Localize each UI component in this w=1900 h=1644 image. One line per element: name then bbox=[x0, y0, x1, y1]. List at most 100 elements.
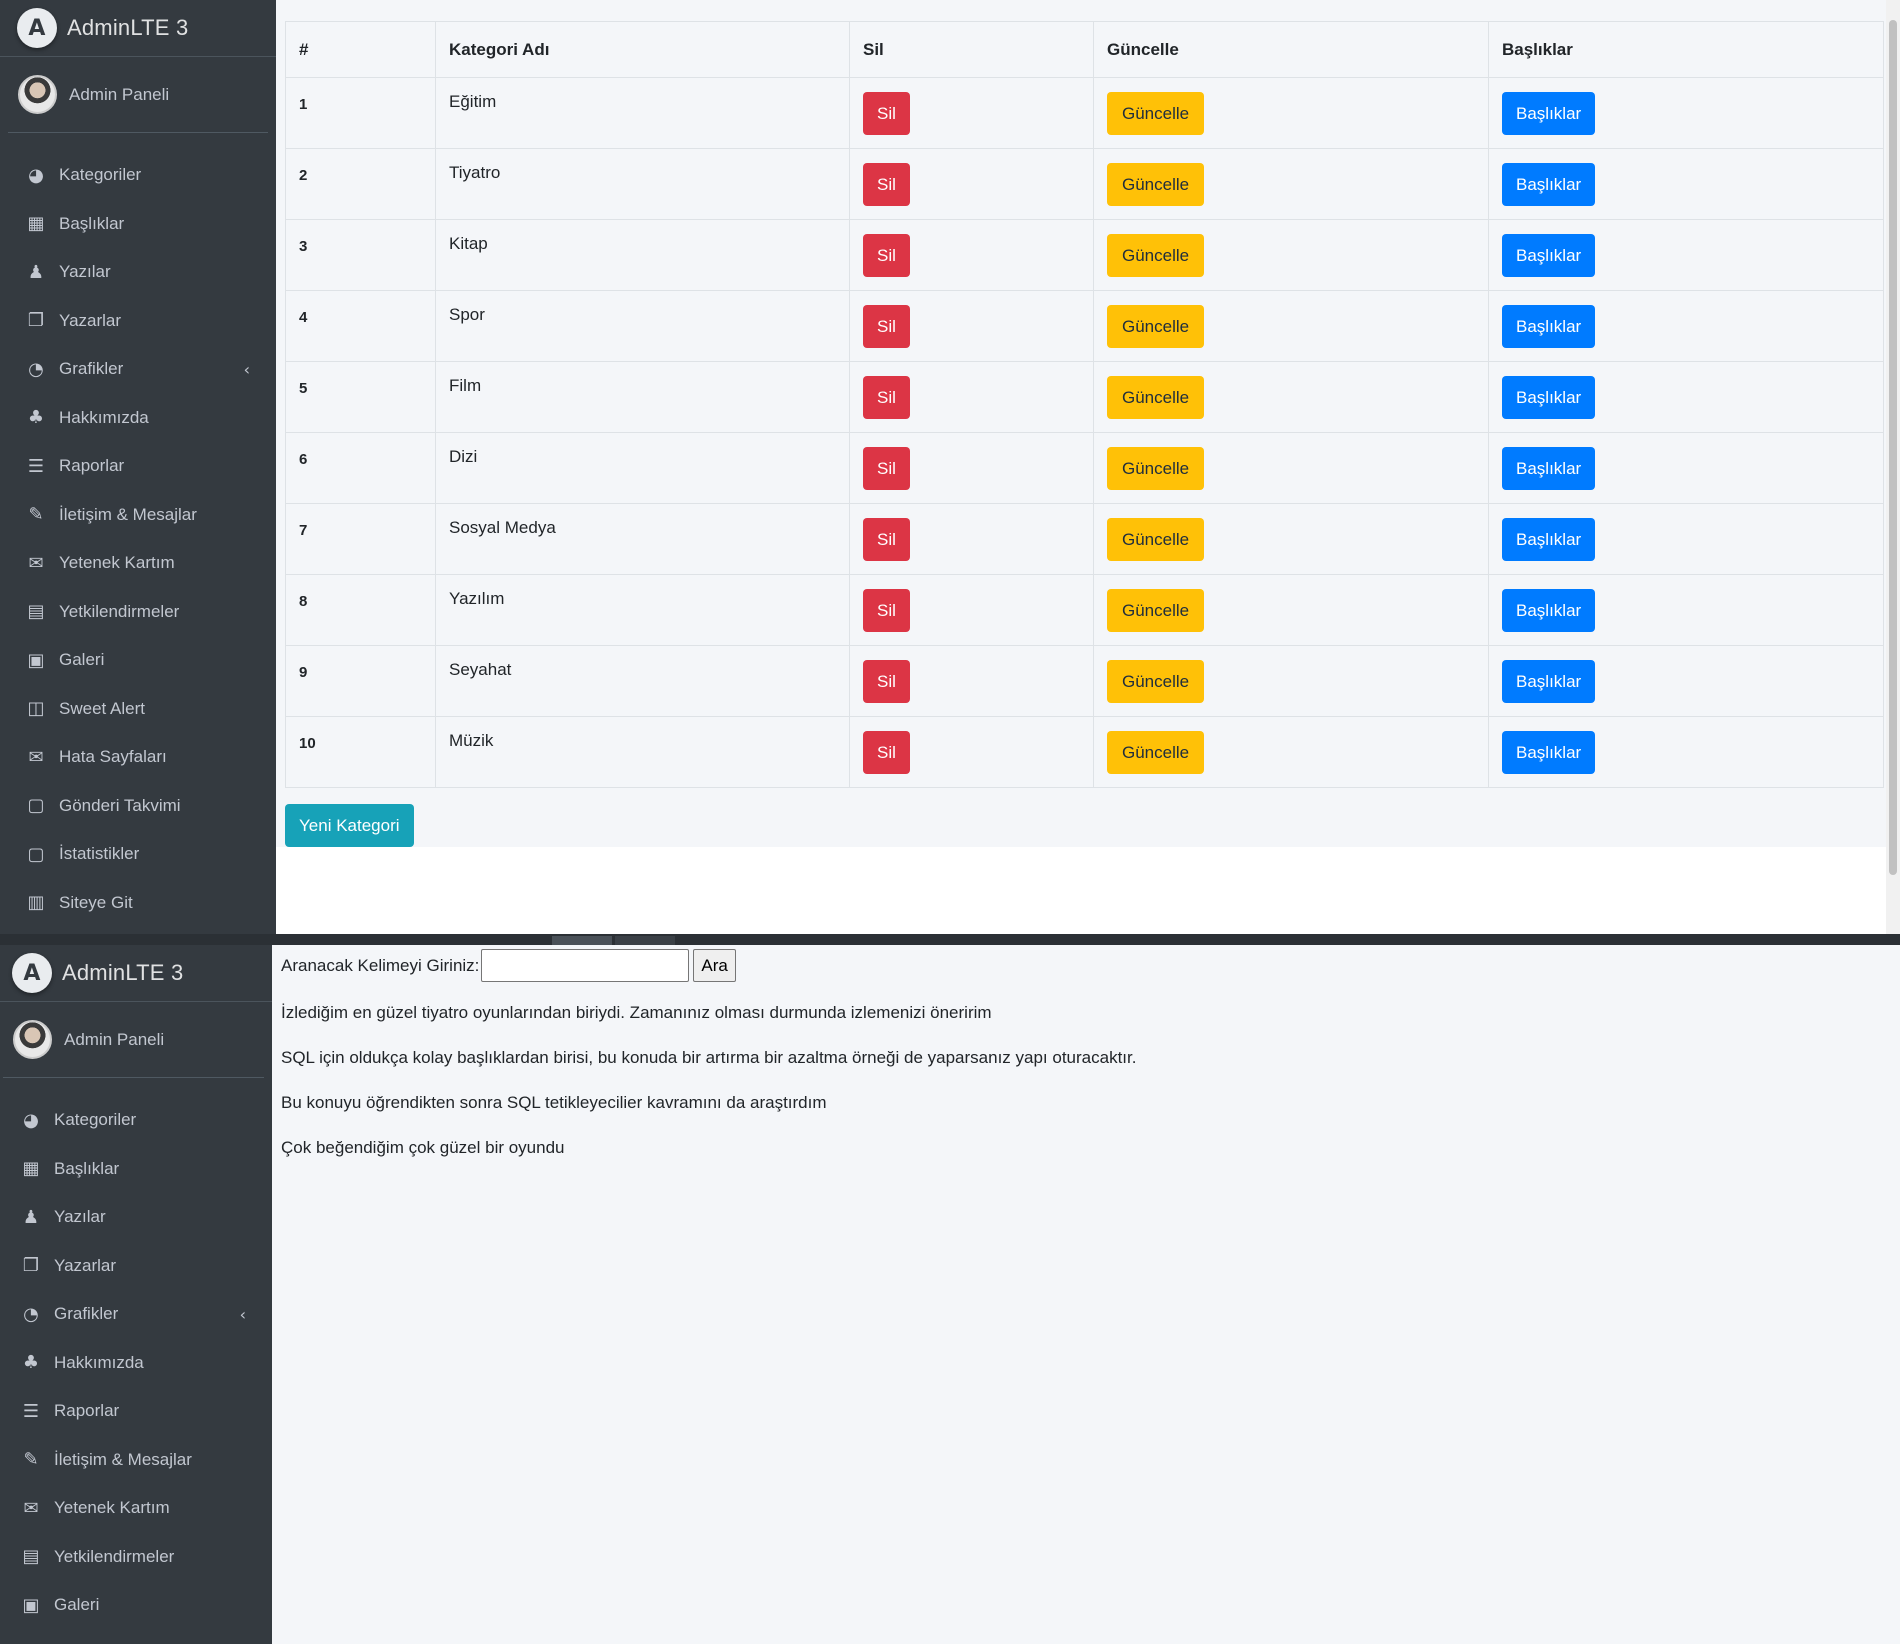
sidebar-item-başlıklar[interactable]: ▦ Başlıklar bbox=[0, 200, 276, 249]
table-cell: Sil bbox=[849, 219, 1094, 291]
sidebar-item-i-letişim-mesajlar[interactable]: ✎ İletişim & Mesajlar bbox=[0, 1436, 272, 1485]
column-header-titles: Başlıklar bbox=[1488, 21, 1884, 78]
envelope-icon: ✉ bbox=[23, 1497, 39, 1519]
update-button[interactable]: Güncelle bbox=[1107, 163, 1205, 206]
update-button[interactable]: Güncelle bbox=[1107, 376, 1205, 419]
sidebar-item-raporlar[interactable]: ☰ Raporlar bbox=[0, 442, 276, 491]
scrollbar-thumb[interactable] bbox=[1889, 20, 1897, 875]
search-button[interactable]: Ara bbox=[693, 949, 736, 982]
brand-link[interactable]: A AdminLTE 3 bbox=[0, 0, 276, 57]
titles-button[interactable]: Başlıklar bbox=[1502, 518, 1596, 561]
sidebar-item-yazarlar[interactable]: ❐ Yazarlar bbox=[0, 1242, 272, 1291]
pie-chart-icon: ◔ bbox=[28, 358, 44, 380]
table-cell: Güncelle bbox=[1093, 432, 1489, 504]
titles-button[interactable]: Başlıklar bbox=[1502, 660, 1596, 703]
delete-button[interactable]: Sil bbox=[863, 92, 910, 135]
bars-icon: ☰ bbox=[22, 1400, 40, 1422]
table-cell: Başlıklar bbox=[1488, 219, 1884, 291]
sidebar-item-label: Gönderi Takvimi bbox=[59, 795, 181, 815]
adminlte-logo-icon: A bbox=[17, 8, 57, 48]
user-name: Admin Paneli bbox=[64, 1029, 165, 1049]
delete-button[interactable]: Sil bbox=[863, 234, 910, 277]
delete-button[interactable]: Sil bbox=[863, 376, 910, 419]
update-button[interactable]: Güncelle bbox=[1107, 518, 1205, 561]
search-input[interactable] bbox=[481, 949, 690, 982]
sidebar-item-hakkımızda[interactable]: ♣ Hakkımızda bbox=[0, 1339, 272, 1388]
sidebar-item-label: Galeri bbox=[54, 1595, 100, 1615]
tree-icon: ♣ bbox=[27, 407, 45, 429]
table-cell: Güncelle bbox=[1093, 290, 1489, 362]
sidebar-item-label: Başlıklar bbox=[59, 213, 125, 233]
table-row: 4 Spor Sil Güncelle Başlıklar bbox=[285, 290, 1884, 362]
sidebar-item-siteye-git[interactable]: ▥ Siteye Git bbox=[0, 879, 276, 928]
sidebar-item-label: İletişim & Mesajlar bbox=[59, 504, 197, 524]
delete-button[interactable]: Sil bbox=[863, 163, 910, 206]
update-button[interactable]: Güncelle bbox=[1107, 234, 1205, 277]
sidebar-item-kategoriler[interactable]: ◕ Kategoriler bbox=[0, 151, 276, 200]
vertical-scrollbar[interactable] bbox=[1886, 0, 1900, 934]
titles-button[interactable]: Başlıklar bbox=[1502, 234, 1596, 277]
titles-button[interactable]: Başlıklar bbox=[1502, 92, 1596, 135]
titles-button[interactable]: Başlıklar bbox=[1502, 163, 1596, 206]
sidebar-item-label: Hakkımızda bbox=[54, 1352, 144, 1372]
table-cell: Sil bbox=[849, 361, 1094, 433]
list-item: Çok beğendiğim çok güzel bir oyundu bbox=[281, 1138, 565, 1157]
row-category-name: Film bbox=[435, 361, 850, 433]
delete-button[interactable]: Sil bbox=[863, 660, 910, 703]
titles-button[interactable]: Başlıklar bbox=[1502, 731, 1596, 774]
sidebar-item-label: Raporlar bbox=[54, 1401, 120, 1421]
update-button[interactable]: Güncelle bbox=[1107, 589, 1205, 632]
sidebar-item-yetkilendirmeler[interactable]: ▤ Yetkilendirmeler bbox=[0, 588, 276, 637]
sidebar-item-i-statistikler[interactable]: ▢ İstatistikler bbox=[0, 830, 276, 879]
map-icon: ◫ bbox=[27, 698, 45, 720]
sidebar-item-yazılar[interactable]: ♟ Yazılar bbox=[0, 248, 276, 297]
delete-button[interactable]: Sil bbox=[863, 731, 910, 774]
user-panel[interactable]: Admin Paneli bbox=[8, 57, 268, 133]
sidebar-item-yazarlar[interactable]: ❐ Yazarlar bbox=[0, 297, 276, 346]
new-category-button[interactable]: Yeni Kategori bbox=[285, 804, 414, 847]
avatar bbox=[18, 75, 57, 114]
sidebar-item-i-letişim-mesajlar[interactable]: ✎ İletişim & Mesajlar bbox=[0, 491, 276, 540]
sidebar-item-label: Grafikler bbox=[59, 359, 124, 379]
update-button[interactable]: Güncelle bbox=[1107, 660, 1205, 703]
sidebar-item-başlıklar[interactable]: ▦ Başlıklar bbox=[0, 1145, 272, 1194]
titles-button[interactable]: Başlıklar bbox=[1502, 447, 1596, 490]
update-button[interactable]: Güncelle bbox=[1107, 447, 1205, 490]
sidebar-item-grafikler[interactable]: ◔ Grafikler ‹ bbox=[0, 1290, 272, 1339]
sidebar-item-gönderi-takvimi[interactable]: ▢ Gönderi Takvimi bbox=[0, 782, 276, 831]
titles-button[interactable]: Başlıklar bbox=[1502, 589, 1596, 632]
delete-button[interactable]: Sil bbox=[863, 518, 910, 561]
sidebar-item-grafikler[interactable]: ◔ Grafikler ‹ bbox=[0, 345, 276, 394]
brand-link[interactable]: A AdminLTE 3 bbox=[0, 945, 272, 1002]
sidebar-item-sweet-alert[interactable]: ◫ Sweet Alert bbox=[0, 685, 276, 734]
sidebar-item-kategoriler[interactable]: ◕ Kategoriler bbox=[0, 1096, 272, 1145]
table-row: 10 Müzik Sil Güncelle Başlıklar bbox=[285, 716, 1884, 788]
titles-button[interactable]: Başlıklar bbox=[1502, 376, 1596, 419]
sidebar-item-label: Grafikler bbox=[54, 1304, 119, 1324]
table-row: 3 Kitap Sil Güncelle Başlıklar bbox=[285, 219, 1884, 291]
sidebar-item-yetkilendirmeler[interactable]: ▤ Yetkilendirmeler bbox=[0, 1533, 272, 1582]
update-button[interactable]: Güncelle bbox=[1107, 92, 1205, 135]
user-panel[interactable]: Admin Paneli bbox=[3, 1002, 264, 1078]
row-id: 3 bbox=[285, 219, 436, 291]
chevron-left-icon[interactable]: ‹ bbox=[240, 1305, 246, 1324]
book-icon: ▥ bbox=[27, 892, 45, 914]
sidebar-item-hakkımızda[interactable]: ♣ Hakkımızda bbox=[0, 394, 276, 443]
sidebar-item-yazılar[interactable]: ♟ Yazılar bbox=[0, 1193, 272, 1242]
delete-button[interactable]: Sil bbox=[863, 305, 910, 348]
delete-button[interactable]: Sil bbox=[863, 589, 910, 632]
sidebar-item-hata-sayfaları[interactable]: ✉ Hata Sayfaları bbox=[0, 733, 276, 782]
sidebar-item-galeri[interactable]: ▣ Galeri bbox=[0, 1581, 272, 1630]
list-item: Bu konuyu öğrendikten sonra SQL tetikley… bbox=[281, 1093, 827, 1112]
delete-button[interactable]: Sil bbox=[863, 447, 910, 490]
sidebar-item-yetenek-kartım[interactable]: ✉ Yetenek Kartım bbox=[0, 1484, 272, 1533]
update-button[interactable]: Güncelle bbox=[1107, 305, 1205, 348]
sidebar-item-galeri[interactable]: ▣ Galeri bbox=[0, 636, 276, 685]
table-cell: Güncelle bbox=[1093, 503, 1489, 575]
sidebar-item-raporlar[interactable]: ☰ Raporlar bbox=[0, 1387, 272, 1436]
sidebar-item-yetenek-kartım[interactable]: ✉ Yetenek Kartım bbox=[0, 539, 276, 588]
calendar-icon: ▤ bbox=[22, 1546, 40, 1568]
chevron-left-icon[interactable]: ‹ bbox=[244, 360, 250, 379]
update-button[interactable]: Güncelle bbox=[1107, 731, 1205, 774]
titles-button[interactable]: Başlıklar bbox=[1502, 305, 1596, 348]
